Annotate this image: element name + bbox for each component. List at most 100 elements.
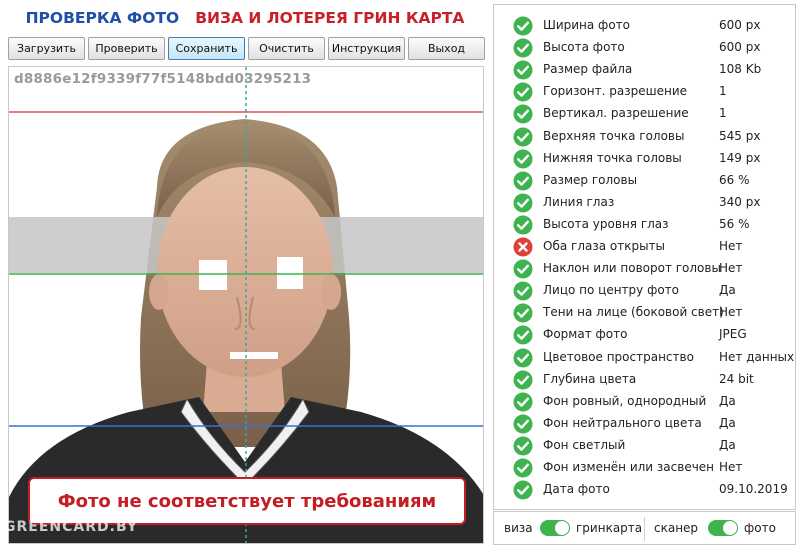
check-circle-icon (513, 281, 533, 301)
check-value: Да (719, 437, 736, 452)
check-label: Фон нейтрального цвета (543, 415, 702, 430)
check-value: JPEG (719, 327, 747, 342)
toggle-knob (555, 521, 569, 535)
check-label: Цветовое пространство (543, 349, 694, 364)
check-value: 108 Kb (719, 62, 762, 77)
photo-label: фото (744, 521, 776, 535)
instructions-button[interactable]: Инструкция (328, 37, 405, 60)
check-value: 545 px (719, 128, 761, 143)
check-circle-icon (513, 414, 533, 434)
check-value: 149 px (719, 150, 761, 165)
toggle-divider (644, 517, 645, 541)
check-row: Нижняя точка головы 149 px (494, 148, 795, 170)
exit-button[interactable]: Выход (408, 37, 485, 60)
photo-hash: d8886e12f9339f77f5148bdd03295213 (14, 71, 312, 87)
check-label: Вертикал. разрешение (543, 106, 689, 121)
verdict-text: Фото не соответствует требованиям (57, 490, 437, 512)
check-row: Высота уровня глаз 56 % (494, 214, 795, 236)
check-value: 1 (719, 106, 727, 121)
photo-image (9, 67, 483, 543)
check-row: Цветовое пространство Нет данных (494, 347, 795, 369)
check-label: Высота уровня глаз (543, 216, 669, 231)
check-label: Размер головы (543, 172, 638, 187)
check-circle-icon (513, 38, 533, 58)
check-value: Да (719, 393, 736, 408)
checklist-panel: Ширина фото 600 px Высота фото 600 px Размер… (493, 4, 796, 510)
check-row: Дата фото 09.10.2019 (494, 479, 795, 501)
check-label: Горизонт. разрешение (543, 84, 688, 99)
check-circle-icon (513, 60, 533, 80)
scanner-label: сканер (654, 521, 699, 535)
check-label: Фон светлый (543, 437, 626, 452)
check-label: Лицо по центру фото (543, 283, 680, 298)
check-button[interactable]: Проверить (88, 37, 165, 60)
check-circle-icon (513, 193, 533, 213)
load-button[interactable]: Загрузить (8, 37, 85, 60)
check-row: Лицо по центру фото Да (494, 280, 795, 302)
check-value: 24 bit (719, 371, 754, 386)
check-value: Нет (719, 460, 743, 474)
check-circle-icon (513, 215, 533, 235)
check-circle-icon (513, 16, 533, 36)
check-circle-icon (513, 370, 533, 390)
scanner-photo-toggle[interactable] (708, 520, 738, 536)
check-label: Оба глаза открыты (543, 239, 666, 253)
check-label: Высота фото (543, 40, 625, 55)
check-row: Формат фото JPEG (494, 324, 795, 346)
right-ear (321, 274, 341, 310)
title-visa-greencard: ВИЗА И ЛОТЕРЕЯ ГРИН КАРТА (195, 9, 465, 27)
check-label: Наклон или поворот головы (543, 261, 721, 276)
title-photo-check: ПРОВЕРКА ФОТО (25, 9, 180, 27)
check-row: Верхняя точка головы 545 px (494, 126, 795, 148)
check-row: Горизонт. разрешение 1 (494, 81, 795, 103)
check-row: Фон изменён или засвечен Нет (494, 457, 795, 479)
check-circle-icon (513, 149, 533, 169)
check-value: Нет данных (719, 349, 795, 364)
toggle-bar: виза гринкарта сканер фото (493, 511, 796, 545)
left-eye-mask (199, 260, 227, 290)
save-button[interactable]: Сохранить (168, 37, 245, 60)
check-circle-icon (513, 104, 533, 124)
verdict-banner: Фото не соответствует требованиям (28, 477, 466, 525)
check-label: Тени на лице (боковой свет) (543, 305, 724, 320)
check-label: Фон ровный, однородный (543, 393, 707, 408)
check-value: Нет (719, 239, 743, 253)
visa-label: виза (504, 521, 533, 535)
check-value: Да (719, 415, 736, 430)
check-value: 56 % (719, 216, 750, 231)
clear-button[interactable]: Очистить (248, 37, 325, 60)
right-eye-mask (277, 257, 303, 289)
check-value: 66 % (719, 172, 750, 187)
check-label: Нижняя точка головы (543, 150, 682, 165)
check-row: Наклон или поворот головы Нет (494, 258, 795, 280)
check-circle-icon (513, 392, 533, 412)
check-circle-icon (513, 303, 533, 323)
check-value: Нет (719, 261, 743, 276)
check-label: Глубина цвета (543, 371, 637, 386)
visa-greencard-toggle[interactable] (540, 520, 570, 536)
check-value: Да (719, 283, 736, 298)
check-circle-icon (513, 82, 533, 102)
face (157, 167, 333, 377)
check-circle-icon (513, 348, 533, 367)
check-value: 340 px (719, 194, 761, 209)
check-row: Ширина фото 600 px (494, 15, 795, 37)
toggle-knob (723, 521, 737, 535)
check-row: Тени на лице (боковой свет) Нет (494, 302, 795, 324)
check-row: Оба глаза открыты Нет (494, 236, 795, 258)
check-circle-icon (513, 325, 533, 345)
check-row: Линия глаз 340 px (494, 192, 795, 214)
check-label: Размер файла (543, 62, 633, 77)
watermark-text: GREENCARD.BY (4, 519, 138, 535)
check-row: Фон нейтрального цвета Да (494, 413, 795, 435)
greencard-label: гринкарта (576, 521, 643, 535)
check-label: Дата фото (543, 482, 610, 497)
check-row: Размер файла 108 Kb (494, 59, 795, 81)
mouth-mask (230, 352, 278, 359)
check-row: Вертикал. разрешение 1 (494, 103, 795, 125)
toolbar: Загрузить Проверить Сохранить Очистить И… (8, 37, 485, 60)
check-label: Формат фото (543, 327, 628, 342)
check-value: 1 (719, 84, 727, 99)
check-value: 600 px (719, 18, 761, 32)
check-circle-icon (513, 127, 533, 146)
